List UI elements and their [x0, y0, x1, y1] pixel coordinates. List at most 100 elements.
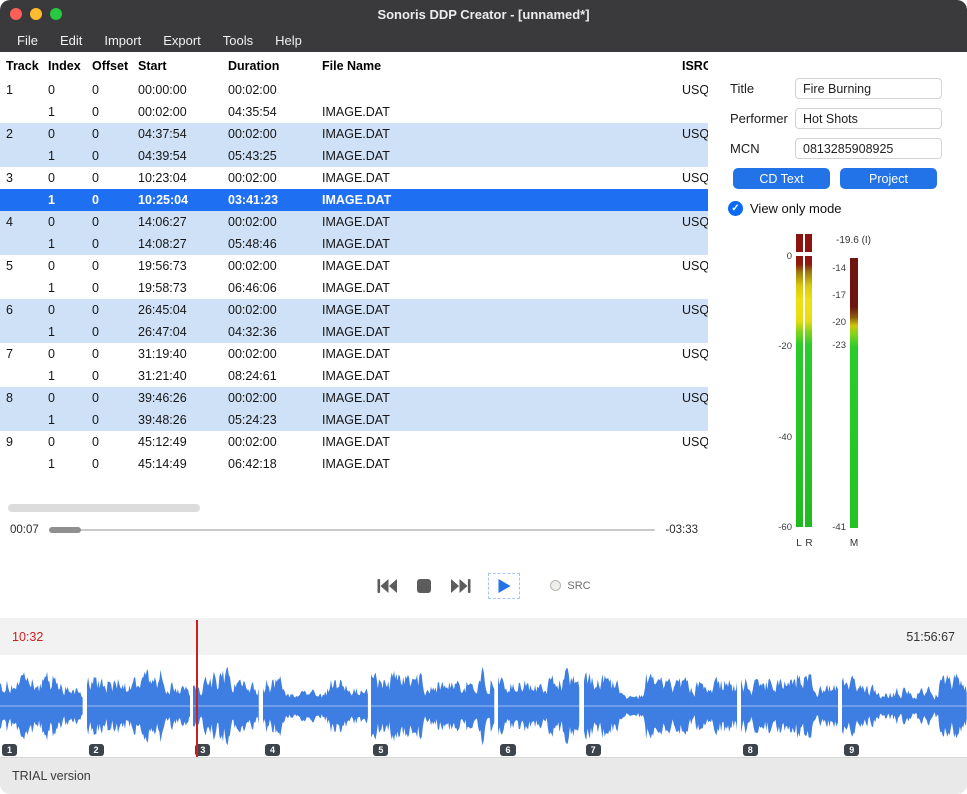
waveform-segment[interactable]: 4 [263, 655, 368, 757]
table-row[interactable]: 1014:08:2705:48:46IMAGE.DAT [0, 233, 708, 255]
waveform-segment[interactable]: 9 [842, 655, 967, 757]
table-cell: 04:37:54 [138, 127, 228, 141]
total-time: 51:56:67 [906, 630, 955, 644]
column-header-duration[interactable]: Duration [228, 59, 322, 73]
table-row[interactable]: 80039:46:2600:02:00IMAGE.DATUSQ [0, 387, 708, 409]
waveform-segment[interactable]: 5 [371, 655, 494, 757]
status-bar: TRIAL version [0, 757, 967, 794]
table-cell: 00:02:00 [228, 347, 322, 361]
table-cell: 45:12:49 [138, 435, 228, 449]
table-cell: 00:02:00 [228, 435, 322, 449]
menu-item-file[interactable]: File [6, 30, 49, 51]
m-scale-17: -17 [832, 290, 846, 301]
waveform-segment[interactable]: 6 [498, 655, 579, 757]
table-cell: 00:02:00 [228, 83, 322, 97]
zoom-button[interactable] [50, 8, 62, 20]
table-row[interactable]: 60026:45:0400:02:00IMAGE.DATUSQ [0, 299, 708, 321]
table-cell: 05:43:25 [228, 149, 322, 163]
table-row[interactable]: 1010:25:0403:41:23IMAGE.DAT [0, 189, 708, 211]
track-number-badge: 9 [844, 744, 859, 756]
menu-item-import[interactable]: Import [93, 30, 152, 51]
table-cell: 1 [48, 369, 92, 383]
waveform-graphic [87, 655, 190, 757]
column-header-isrc[interactable]: ISRC [682, 59, 708, 73]
menu-item-help[interactable]: Help [264, 30, 313, 51]
table-row[interactable]: 50019:56:7300:02:00IMAGE.DATUSQ [0, 255, 708, 277]
play-button[interactable] [488, 573, 520, 599]
waveform-graphic [498, 655, 579, 757]
play-icon [495, 577, 513, 595]
waveform-segment[interactable]: 1 [0, 655, 83, 757]
seek-track[interactable] [49, 529, 656, 531]
cd-text-button[interactable]: CD Text [733, 168, 830, 189]
mcn-input[interactable] [795, 138, 942, 159]
table-row[interactable]: 20004:37:5400:02:00IMAGE.DATUSQ [0, 123, 708, 145]
stop-button[interactable] [414, 576, 434, 596]
table-cell: 04:35:54 [228, 105, 322, 119]
next-track-button[interactable] [450, 577, 472, 595]
waveform-graphic [741, 655, 839, 757]
view-only-mode-toggle[interactable]: ✓ View only mode [728, 201, 967, 216]
project-button[interactable]: Project [840, 168, 937, 189]
preview-seek-row: 00:07 -03:33 [0, 521, 708, 539]
previous-track-button[interactable] [376, 577, 398, 595]
title-input[interactable] [795, 78, 942, 99]
column-header-offset[interactable]: Offset [92, 59, 138, 73]
waveform-graphic [371, 655, 494, 757]
table-row[interactable]: 1000:02:0004:35:54IMAGE.DAT [0, 101, 708, 123]
traffic-lights [10, 8, 62, 20]
column-header-track[interactable]: Track [6, 59, 48, 73]
table-cell: 14:06:27 [138, 215, 228, 229]
waveform-area[interactable]: 123456789 [0, 655, 967, 757]
track-table-body: 10000:00:0000:02:00USQ1000:02:0004:35:54… [0, 79, 708, 475]
menu-item-tools[interactable]: Tools [212, 30, 264, 51]
column-header-index[interactable]: Index [48, 59, 92, 73]
table-row[interactable]: 1039:48:2605:24:23IMAGE.DAT [0, 409, 708, 431]
menu-item-edit[interactable]: Edit [49, 30, 93, 51]
column-header-start[interactable]: Start [138, 59, 228, 73]
table-cell: 39:46:26 [138, 391, 228, 405]
table-row[interactable]: 70031:19:4000:02:00IMAGE.DATUSQ [0, 343, 708, 365]
column-header-filename[interactable]: File Name [322, 59, 682, 73]
performer-input[interactable] [795, 108, 942, 129]
table-cell: 05:48:46 [228, 237, 322, 251]
table-cell: IMAGE.DAT [322, 325, 682, 339]
table-row[interactable]: 10000:00:0000:02:00USQ [0, 79, 708, 101]
table-cell: 1 [48, 281, 92, 295]
cd-text-panel: Title Performer MCN CD Text Project ✓ Vi… [708, 52, 967, 545]
table-row[interactable]: 1045:14:4906:42:18IMAGE.DAT [0, 453, 708, 475]
meter-bar-left [796, 256, 803, 527]
table-cell: 8 [6, 391, 48, 405]
table-cell: 1 [48, 413, 92, 427]
table-cell: USQ [682, 127, 708, 141]
table-row[interactable]: 1019:58:7306:46:06IMAGE.DAT [0, 277, 708, 299]
waveform-segment[interactable]: 7 [584, 655, 737, 757]
seek-slider[interactable] [49, 525, 656, 535]
waveform-graphic [842, 655, 967, 757]
table-row[interactable]: 30010:23:0400:02:00IMAGE.DATUSQ [0, 167, 708, 189]
horizontal-scrollbar-thumb[interactable] [8, 504, 200, 512]
table-cell: 0 [48, 391, 92, 405]
timeline-section: 10:32 51:56:67 123456789 [0, 618, 967, 757]
table-cell: 0 [92, 171, 138, 185]
close-button[interactable] [10, 8, 22, 20]
waveform-segment[interactable]: 2 [87, 655, 190, 757]
table-row[interactable]: 40014:06:2700:02:00IMAGE.DATUSQ [0, 211, 708, 233]
table-cell: 26:47:04 [138, 325, 228, 339]
seek-thumb[interactable] [49, 527, 81, 533]
table-row[interactable]: 90045:12:4900:02:00IMAGE.DATUSQ [0, 431, 708, 453]
playhead-line[interactable] [196, 620, 198, 757]
minimize-button[interactable] [30, 8, 42, 20]
waveform-segment[interactable]: 8 [741, 655, 839, 757]
lr-scale-0: 0 [787, 251, 792, 262]
menu-item-export[interactable]: Export [152, 30, 212, 51]
waveform-segment[interactable]: 3 [193, 655, 259, 757]
table-row[interactable]: 1004:39:5405:43:25IMAGE.DAT [0, 145, 708, 167]
table-cell: 9 [6, 435, 48, 449]
table-cell: 10:25:04 [138, 193, 228, 207]
table-row[interactable]: 1031:21:4008:24:61IMAGE.DAT [0, 365, 708, 387]
table-cell: 1 [48, 193, 92, 207]
table-row[interactable]: 1026:47:0404:32:36IMAGE.DAT [0, 321, 708, 343]
src-toggle[interactable]: SRC [550, 580, 590, 592]
table-cell: 0 [92, 435, 138, 449]
